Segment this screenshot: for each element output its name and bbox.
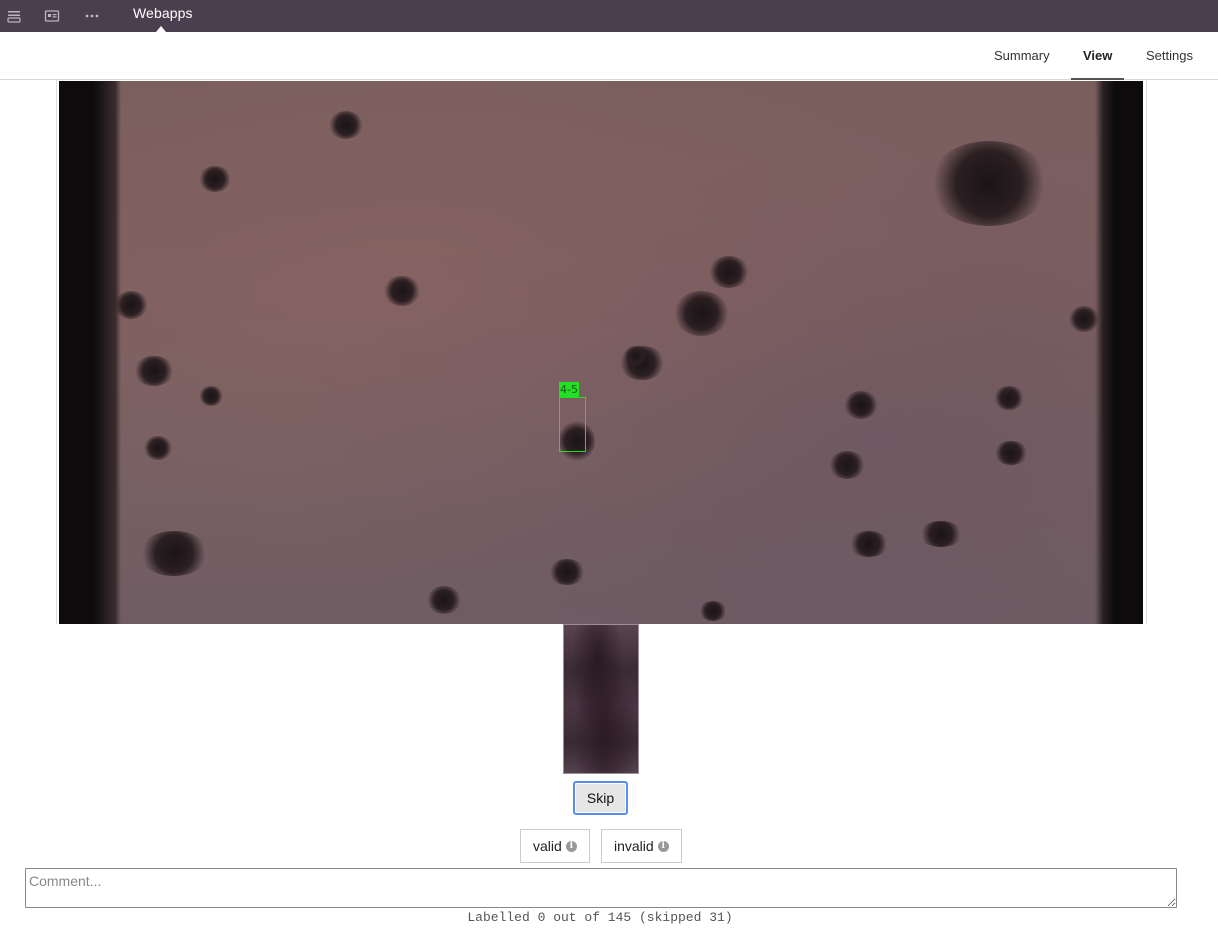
shrub [624, 346, 648, 366]
aerial-image[interactable] [59, 81, 1143, 624]
shrub [549, 559, 585, 585]
skip-button[interactable]: Skip [573, 781, 628, 815]
shrub [994, 386, 1024, 410]
detection-crop-thumbnail [563, 624, 639, 774]
shrub [427, 586, 461, 614]
shrub [844, 391, 878, 419]
detection-label: 4-5 [559, 382, 579, 397]
labelling-progress-status: Labelled 0 out of 145 (skipped 31) [467, 910, 733, 925]
invalid-button[interactable]: invalid i [601, 829, 682, 863]
shrub [384, 276, 420, 306]
info-icon: i [657, 840, 669, 852]
tab-summary[interactable]: Summary [994, 32, 1050, 79]
shrub [139, 531, 209, 576]
shrub [829, 451, 865, 479]
shrub [199, 386, 223, 406]
image-border-right [1095, 81, 1115, 624]
valid-button-label: valid [533, 838, 562, 854]
detection-box[interactable] [559, 397, 586, 452]
shrub [929, 141, 1049, 226]
shrub [919, 521, 963, 547]
top-bar: Webapps [0, 0, 1218, 32]
valid-button[interactable]: valid i [520, 829, 590, 863]
shrub [994, 441, 1028, 465]
shrub [1069, 306, 1099, 332]
shrub [674, 291, 729, 336]
tab-view[interactable]: View [1070, 32, 1125, 80]
shrub [114, 291, 148, 319]
invalid-button-label: invalid [614, 838, 654, 854]
more-icon[interactable] [78, 0, 106, 32]
tab-settings[interactable]: Settings [1146, 32, 1193, 79]
layers-icon[interactable] [0, 0, 28, 32]
comment-field[interactable] [25, 868, 1177, 908]
card-icon[interactable] [38, 0, 66, 32]
shrub [134, 356, 174, 386]
image-border-left [93, 81, 121, 624]
info-icon: i [565, 840, 577, 852]
shrub [199, 166, 231, 192]
shrub [709, 256, 749, 288]
shrub [329, 111, 363, 139]
tab-nav: Summary View Settings [0, 32, 1218, 80]
shrub [849, 531, 889, 557]
shrub [144, 436, 172, 460]
shrub [699, 601, 727, 621]
